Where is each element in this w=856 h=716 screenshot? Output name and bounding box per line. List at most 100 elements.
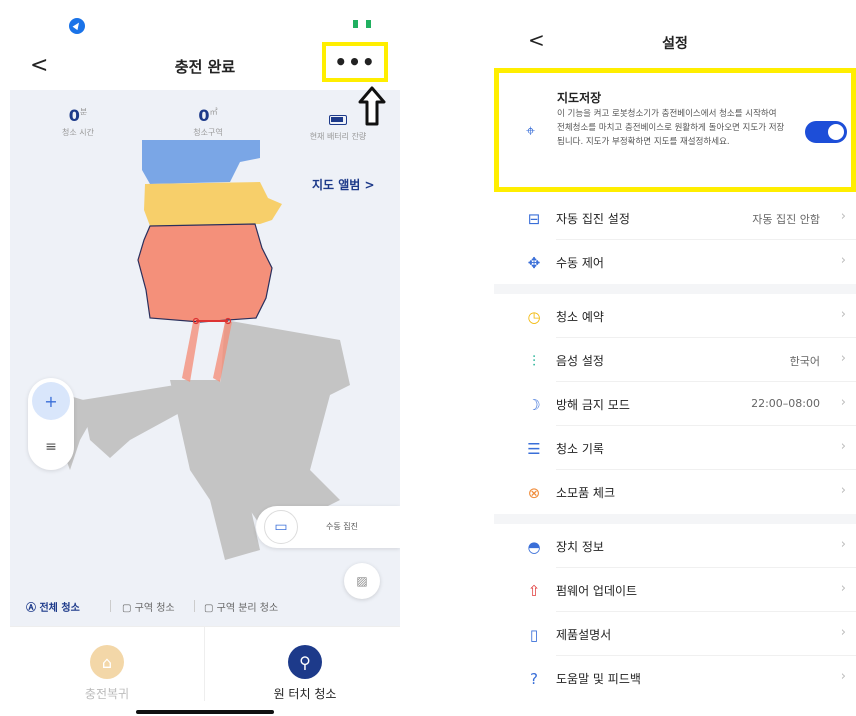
setting-label: 장치 정보 (556, 540, 604, 554)
setting-auto-collect[interactable]: ⊟ 자동 집진 설정 자동 집진 안함 › (494, 196, 856, 240)
stat-clean-area: 0㎡ 청소구역 (148, 106, 268, 138)
manual-icon: ▯ (529, 626, 539, 644)
section-gap (494, 284, 856, 294)
chevron-right-icon: › (840, 395, 846, 410)
help-icon: ? (530, 670, 538, 688)
chevron-right-icon: › (840, 307, 846, 322)
setting-label: 도움말 및 피드백 (556, 672, 641, 686)
setting-label: 음성 설정 (556, 354, 604, 368)
shield-icon[interactable]: + (32, 382, 70, 420)
map-pin-icon: ⌖ (526, 121, 536, 140)
more-options-button[interactable]: ••• (322, 42, 388, 82)
mode-zone-clean[interactable]: ▢ 구역 청소 (122, 599, 175, 614)
map-room-blue (142, 140, 260, 184)
update-icon: ⇧ (527, 582, 541, 600)
setting-value: 22:00–08:00 (751, 397, 820, 410)
setting-schedule[interactable]: ◷ 청소 예약 › (494, 294, 856, 338)
status-bar (10, 0, 400, 44)
setting-manual-control[interactable]: ✥ 수동 제어 › (494, 240, 856, 284)
section-gap (494, 514, 856, 524)
zone-split-icon: ▢ (204, 603, 214, 614)
clean-time-unit: 분 (79, 107, 88, 117)
one-touch-label: 원 터치 청소 (273, 687, 337, 701)
dust-bin-icon: ▭ (264, 510, 298, 544)
side-tool-panel: + ≡ (28, 378, 74, 470)
setting-help-feedback[interactable]: ? 도움말 및 피드백 › (494, 656, 856, 700)
up-arrow-icon (358, 86, 386, 126)
record-icon: ☰ (527, 440, 541, 458)
dock-icon: ⌂ (90, 645, 124, 679)
clock-icon: ◷ (527, 308, 541, 326)
stat-clean-time: 0분 청소 시간 (18, 106, 138, 138)
setting-firmware-update[interactable]: ⇧ 펌웨어 업데이트 › (494, 568, 856, 612)
ai-icon: Ⓐ (26, 603, 36, 614)
setting-label: 청소 예약 (556, 310, 604, 324)
hatch-icon: ▨ (356, 574, 368, 588)
setting-value: 한국어 (789, 355, 820, 368)
chevron-right-icon: › (840, 351, 846, 366)
manual-collect-button[interactable]: ▭ 수동 집진 (256, 506, 400, 548)
setting-label: 자동 집진 설정 (556, 212, 630, 226)
setting-do-not-disturb[interactable]: ☽ 방해 금지 모드 22:00–08:00 › (494, 382, 856, 426)
return-label: 충전복귀 (84, 687, 130, 701)
setting-voice[interactable]: ⫶ 음성 설정 한국어 › (494, 338, 856, 382)
chevron-right-icon: › (840, 483, 846, 498)
clean-area-label: 청소구역 (193, 128, 223, 137)
broom-icon: ⚲ (288, 645, 322, 679)
settings-screen: < 설정 ⌖ 지도저장 이 기능을 켜고 로봇청소기가 충전베이스에서 청소를 … (494, 0, 856, 716)
location-arrow-icon (69, 18, 85, 34)
setting-clean-history[interactable]: ☰ 청소 기록 › (494, 426, 856, 470)
clean-area-value: 0 (198, 106, 210, 125)
chevron-right-icon: › (840, 625, 846, 640)
chevron-right-icon: › (840, 439, 846, 454)
return-to-dock-button[interactable]: ⌂ 충전복귀 (52, 645, 162, 702)
clean-mode-bar: Ⓐ 전체 청소 ▢ 구역 청소 ▢ 구역 분리 청소 (10, 590, 400, 622)
setting-label: 청소 기록 (556, 442, 604, 456)
clean-time-value: 0 (68, 106, 80, 125)
zone-icon: ▢ (122, 603, 132, 614)
setting-label: 제품설명서 (556, 628, 612, 642)
mode-zone-clean-label: 구역 청소 (134, 603, 175, 614)
clean-area-unit: ㎡ (209, 107, 218, 117)
chevron-right-icon: › (840, 209, 846, 224)
mode-full-clean[interactable]: Ⓐ 전체 청소 (26, 599, 80, 614)
consumable-icon: ⊗ (527, 484, 541, 502)
map-room-salmon (137, 223, 273, 323)
battery-icon (329, 115, 347, 125)
setting-label: 방해 금지 모드 (556, 398, 630, 412)
mode-divider (110, 600, 111, 612)
mode-divider (194, 600, 195, 612)
bottom-action-bar: ⌂ 충전복귀 ⚲ 원 터치 청소 (10, 626, 400, 716)
one-touch-clean-button[interactable]: ⚲ 원 터치 청소 (250, 645, 360, 702)
home-indicator (136, 710, 274, 714)
map-save-description: 이 기능을 켜고 로봇청소기가 충전베이스에서 청소를 시작하여 전체청소를 마… (557, 109, 785, 147)
map-room-yellow (144, 182, 282, 226)
chevron-right-icon: › (840, 253, 846, 268)
map-save-toggle[interactable] (805, 121, 847, 143)
voice-icon: ⫶ (532, 352, 536, 370)
chevron-right-icon: › (840, 581, 846, 596)
mode-zone-split-clean[interactable]: ▢ 구역 분리 청소 (204, 599, 278, 614)
chevron-right-icon: › (840, 669, 846, 684)
manual-collect-label: 수동 집진 (326, 522, 358, 531)
robot-home-screen: < 충전 완료 0분 청소 시간 0㎡ 청소구역 현재 배터리 잔량 지도 앨범… (10, 0, 400, 716)
settings-nav: < 설정 (494, 28, 856, 58)
moon-icon: ☽ (527, 396, 541, 414)
map-gray-region (82, 385, 185, 458)
dpad-icon: ✥ (527, 254, 541, 272)
status-indicator-icon (353, 20, 371, 28)
clean-time-label: 청소 시간 (62, 128, 94, 137)
sliders-icon[interactable]: ≡ (32, 430, 70, 464)
setting-device-info[interactable]: ◓ 장치 정보 › (494, 524, 856, 568)
bottom-divider (204, 627, 205, 701)
map-path-ray-1 (182, 322, 200, 382)
setting-value: 자동 집진 안함 (752, 213, 820, 226)
mode-zone-split-label: 구역 분리 청소 (216, 603, 279, 614)
setting-label: 수동 제어 (556, 256, 604, 270)
mode-full-clean-label: 전체 청소 (39, 603, 80, 614)
map-save-setting: ⌖ 지도저장 이 기능을 켜고 로봇청소기가 충전베이스에서 청소를 시작하여 … (494, 68, 856, 192)
setting-manual[interactable]: ▯ 제품설명서 › (494, 612, 856, 656)
map-save-title: 지도저장 (557, 91, 602, 105)
map-album-link[interactable]: 지도 앨범 > (312, 176, 375, 193)
setting-consumables[interactable]: ⊗ 소모품 체크 › (494, 470, 856, 514)
